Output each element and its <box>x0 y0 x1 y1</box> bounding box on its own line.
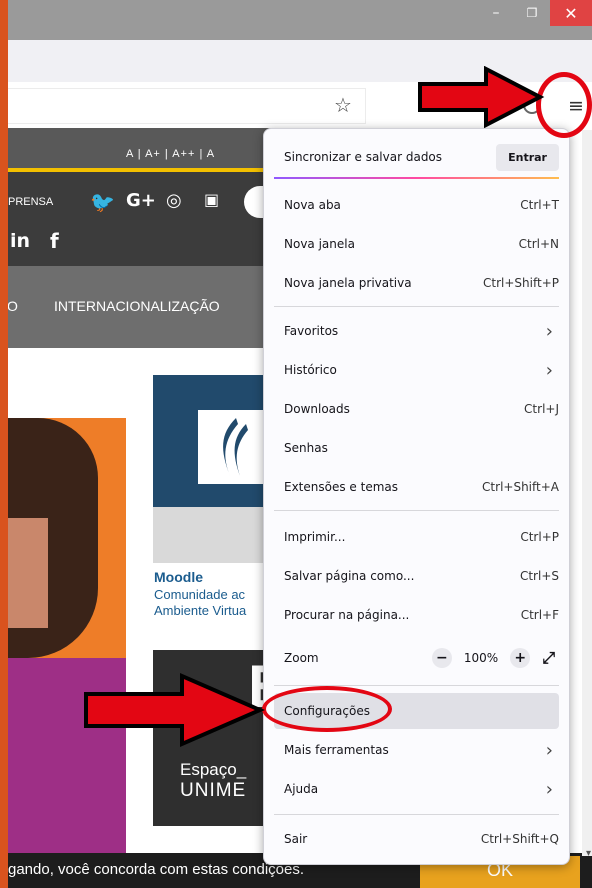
menu-separator <box>274 306 559 307</box>
unime-text: UNIME <box>180 780 247 801</box>
menu-item-zoom: Zoom − 100% + ⤢ <box>274 640 559 676</box>
menu-item-label: Salvar página como... <box>284 569 415 583</box>
menu-item-label: Sair <box>284 832 308 846</box>
browser-window: – ❐ ✕ ☆ ≡ A | A+ | A++ | A PRENSA 🐦 G+ ◎… <box>8 0 592 888</box>
moodle-logo <box>198 410 268 484</box>
twitter-icon[interactable]: 🐦 <box>90 190 115 214</box>
banner-image <box>8 418 126 858</box>
menu-item-passwords[interactable]: Senhas <box>274 430 559 466</box>
menu-separator <box>274 814 559 815</box>
menu-item-find[interactable]: Procurar na página... Ctrl+F <box>274 597 559 633</box>
minimize-button[interactable]: – <box>478 0 514 26</box>
menu-item-private-window[interactable]: Nova janela privativa Ctrl+Shift+P <box>274 265 559 301</box>
close-button[interactable]: ✕ <box>550 0 592 26</box>
menu-item-label: Imprimir... <box>284 530 346 544</box>
zoom-value[interactable]: 100% <box>464 651 498 665</box>
bookmark-star-icon[interactable]: ☆ <box>334 93 352 117</box>
imprensa-link[interactable]: PRENSA <box>8 196 53 208</box>
scroll-down-icon[interactable]: ▾ <box>586 848 591 859</box>
instagram-icon[interactable]: ◎ <box>166 190 182 211</box>
menu-item-label: Nova janela <box>284 237 355 251</box>
linkedin-icon[interactable]: in <box>10 230 30 252</box>
zoom-label: Zoom <box>284 651 319 665</box>
menu-item-help[interactable]: Ajuda › <box>274 771 559 807</box>
facebook-icon[interactable]: f <box>50 229 59 253</box>
menu-item-new-window[interactable]: Nova janela Ctrl+N <box>274 226 559 262</box>
menu-item-label: Nova janela privativa <box>284 276 412 290</box>
googleplus-icon[interactable]: G+ <box>126 190 156 211</box>
menu-item-exit[interactable]: Sair Ctrl+Shift+Q <box>274 821 559 857</box>
moodle-card-footer <box>153 507 278 563</box>
menu-item-label: Nova aba <box>284 198 341 212</box>
menu-item-shortcut: Ctrl+J <box>524 402 559 416</box>
annotation-circle-menu <box>536 72 592 138</box>
menu-item-shortcut: Ctrl+S <box>519 569 559 583</box>
menu-item-label: Ajuda <box>284 782 319 796</box>
annotation-circle-settings <box>262 686 392 732</box>
nav-item-partial[interactable]: O <box>8 298 18 314</box>
menu-item-more-tools[interactable]: Mais ferramentas › <box>274 732 559 768</box>
menu-item-shortcut: Ctrl+N <box>518 237 559 251</box>
font-size-controls[interactable]: A | A+ | A++ | A <box>126 148 215 160</box>
menu-item-label: Downloads <box>284 402 350 416</box>
menu-item-shortcut: Ctrl+T <box>520 198 559 212</box>
chevron-right-icon: › <box>545 739 553 761</box>
menu-item-shortcut: Ctrl+Shift+Q <box>480 832 559 846</box>
menu-item-shortcut: Ctrl+Shift+P <box>483 276 559 290</box>
youtube-icon[interactable]: ▣ <box>204 190 219 209</box>
fullscreen-icon[interactable]: ⤢ <box>542 648 559 668</box>
menu-sync[interactable]: Sincronizar e salvar dados Entrar <box>274 139 559 175</box>
sync-label: Sincronizar e salvar dados <box>284 150 443 164</box>
zoom-in-button[interactable]: + <box>510 648 531 668</box>
maximize-button[interactable]: ❐ <box>514 0 550 26</box>
menu-item-history[interactable]: Histórico › <box>274 352 559 388</box>
menu-item-label: Senhas <box>284 441 328 455</box>
menu-item-print[interactable]: Imprimir... Ctrl+P <box>274 519 559 555</box>
address-bar[interactable] <box>8 88 366 124</box>
scrollbar[interactable] <box>582 130 592 856</box>
menu-item-label: Histórico <box>284 363 337 377</box>
navigation-toolbar <box>8 40 592 82</box>
chevron-right-icon: › <box>545 778 553 800</box>
zoom-controls: − 100% + ⤢ <box>431 648 559 668</box>
sign-in-button[interactable]: Entrar <box>496 143 559 171</box>
chevron-right-icon: › <box>545 320 553 342</box>
menu-item-addons[interactable]: Extensões e temas Ctrl+Shift+A <box>274 469 559 505</box>
menu-item-label: Procurar na página... <box>284 608 410 622</box>
chevron-right-icon: › <box>545 359 553 381</box>
sync-separator <box>274 177 559 179</box>
menu-item-label: Extensões e temas <box>284 480 398 494</box>
menu-item-shortcut: Ctrl+F <box>520 608 559 622</box>
zoom-out-button[interactable]: − <box>431 648 452 668</box>
menu-separator <box>274 510 559 511</box>
app-menu-panel: Sincronizar e salvar dados Entrar Nova a… <box>263 128 570 865</box>
menu-item-label: Favoritos <box>284 324 339 338</box>
menu-item-bookmarks[interactable]: Favoritos › <box>274 313 559 349</box>
menu-item-shortcut: Ctrl+P <box>520 530 559 544</box>
menu-item-save-page[interactable]: Salvar página como... Ctrl+S <box>274 558 559 594</box>
nav-item-internacionalizacao[interactable]: INTERNACIONALIZAÇÃO <box>54 298 220 314</box>
menu-item-shortcut: Ctrl+Shift+A <box>482 480 559 494</box>
cookie-text: gando, você concorda com estas condições… <box>8 861 305 878</box>
menu-item-label: Mais ferramentas <box>284 743 389 757</box>
menu-item-new-tab[interactable]: Nova aba Ctrl+T <box>274 187 559 223</box>
menu-item-downloads[interactable]: Downloads Ctrl+J <box>274 391 559 427</box>
espaco-text: Espaço_ <box>180 760 247 779</box>
moodle-title[interactable]: Moodle <box>154 569 203 585</box>
